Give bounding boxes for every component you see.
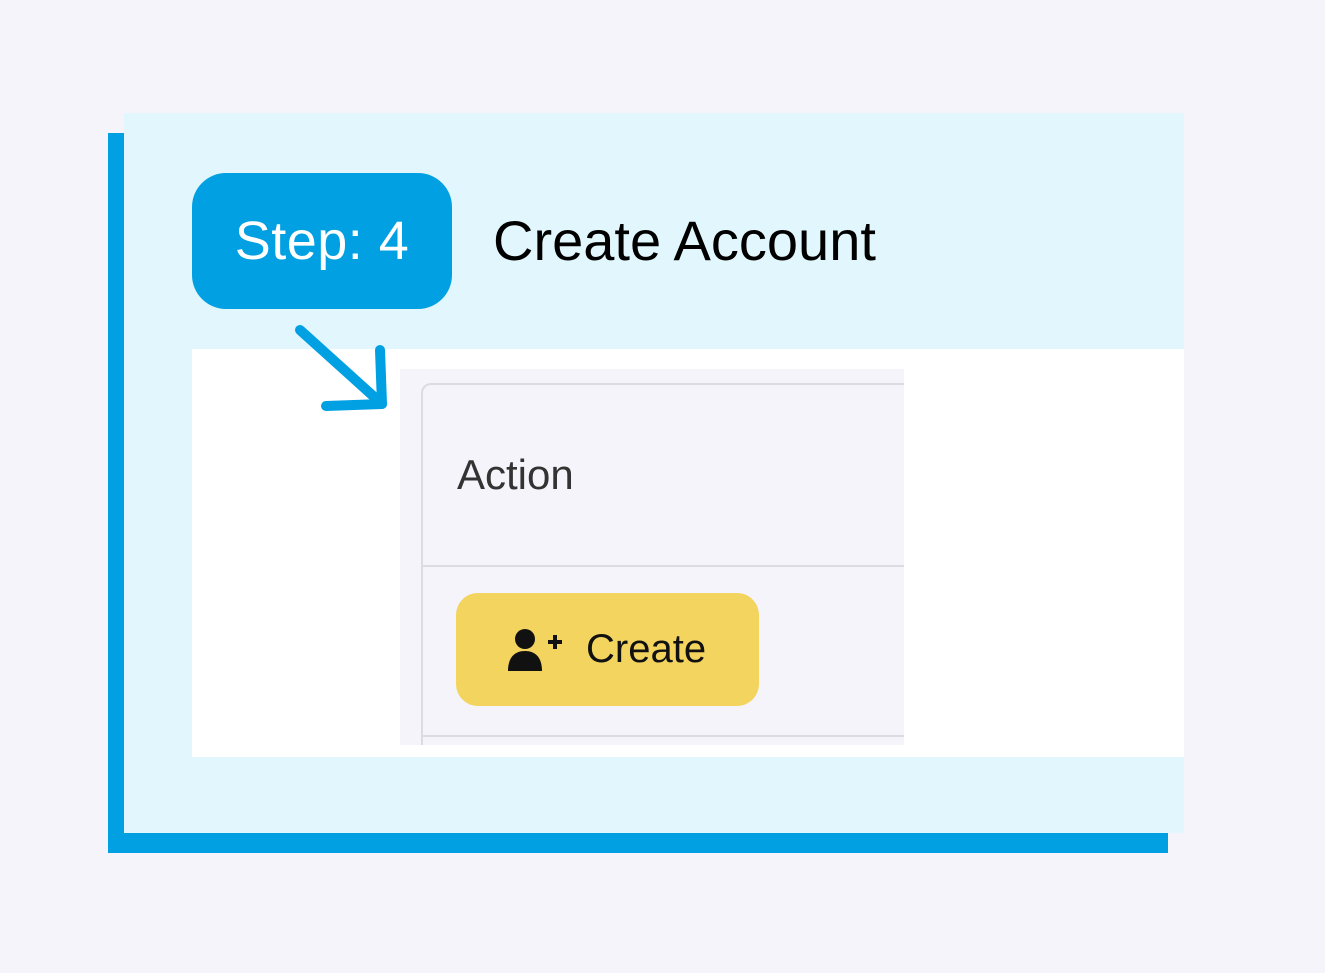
accent-border-left xyxy=(108,133,124,853)
step-badge: Step: 4 xyxy=(192,173,452,309)
step-title: Create Account xyxy=(493,209,876,272)
table-header: Action xyxy=(423,385,904,567)
column-header-action: Action xyxy=(457,451,574,498)
accent-border-bottom xyxy=(108,833,1168,853)
row-divider xyxy=(423,735,904,737)
create-account-button[interactable]: Create xyxy=(456,593,759,706)
create-button-label: Create xyxy=(586,627,707,671)
user-plus-icon xyxy=(506,627,564,673)
tutorial-step-canvas: Step: 4 Create Account Action Create xyxy=(0,0,1325,973)
pointer-arrow-icon xyxy=(295,325,387,411)
step-badge-label: Step: 4 xyxy=(234,211,410,271)
app-screenshot: Action Create xyxy=(400,369,904,745)
